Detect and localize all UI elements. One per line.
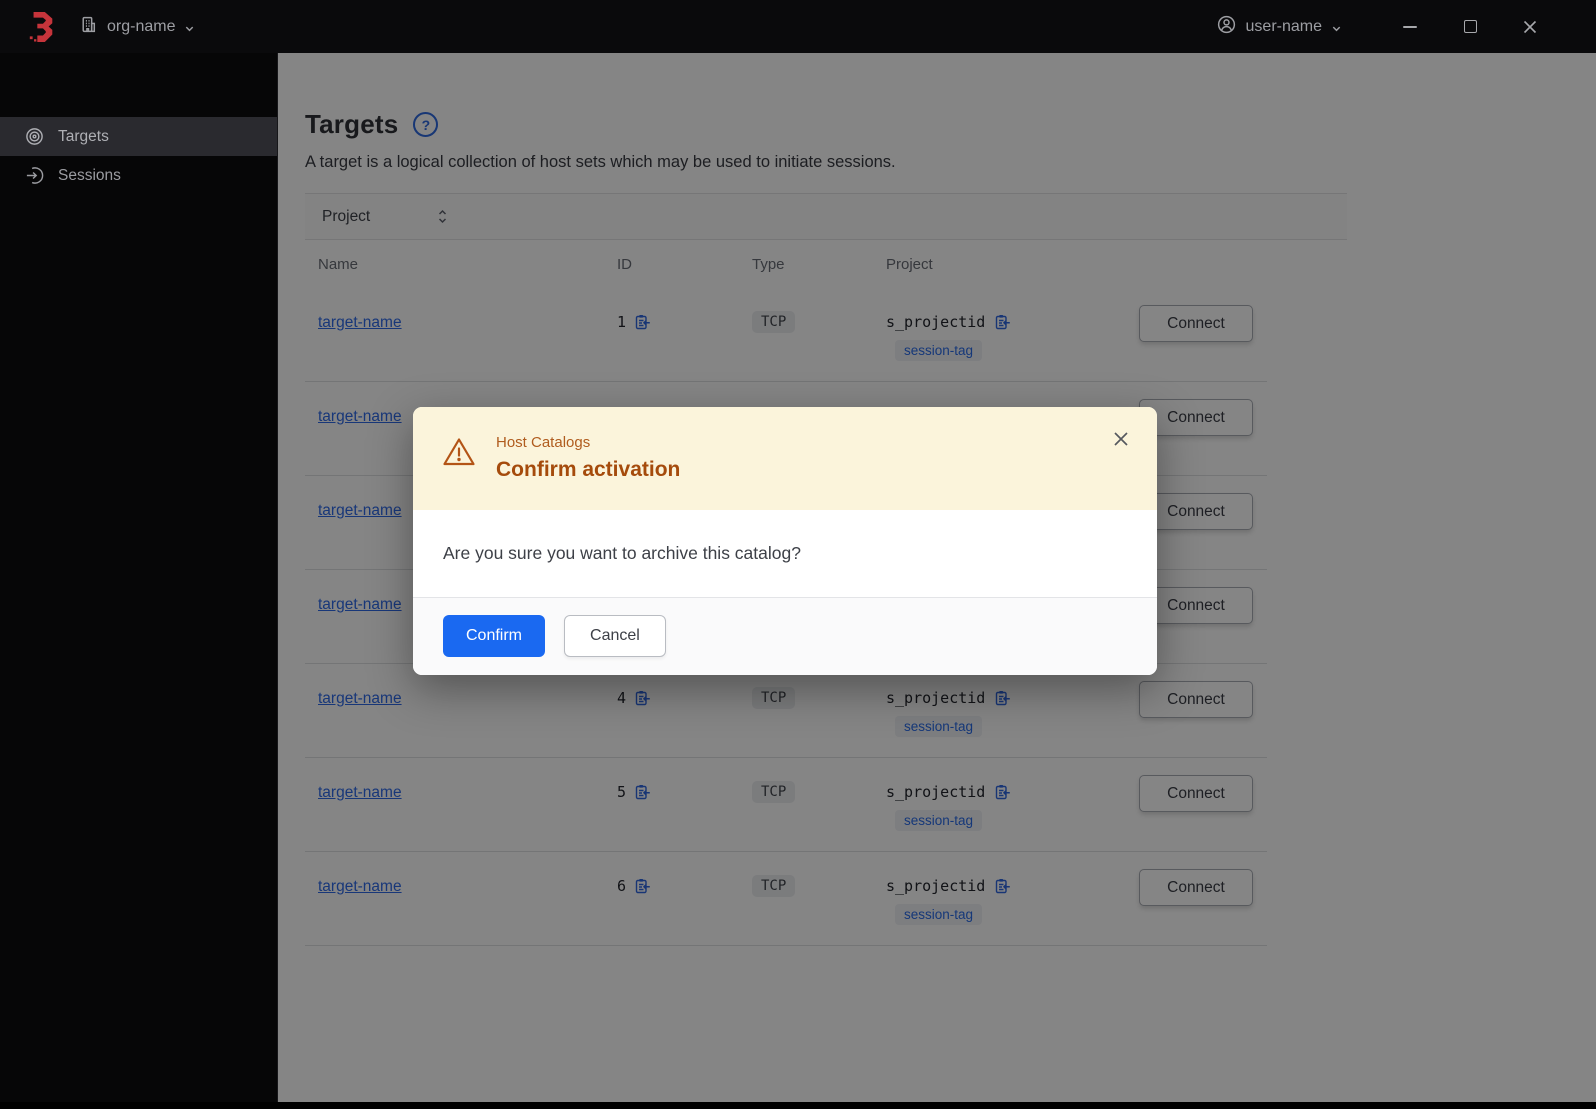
minimize-button[interactable] (1380, 0, 1440, 53)
minimize-icon (1403, 25, 1417, 28)
sidebar-item-targets[interactable]: Targets (0, 117, 277, 156)
sidebar-item-label: Targets (58, 127, 109, 145)
confirm-dialog: Host Catalogs Confirm activation Are you… (413, 407, 1157, 675)
maximize-button[interactable] (1440, 0, 1500, 53)
dialog-close-button[interactable] (1111, 429, 1133, 451)
window-controls (1380, 0, 1560, 53)
target-icon (26, 128, 43, 145)
org-name-label: org-name (107, 17, 176, 35)
org-switcher[interactable]: org-name (79, 15, 195, 39)
org-icon (79, 15, 98, 39)
user-menu[interactable]: user-name (1216, 14, 1342, 40)
user-icon (1216, 14, 1237, 40)
sidebar: Targets Sessions (0, 53, 278, 1102)
sidebar-item-label: Sessions (58, 166, 121, 184)
warning-icon (443, 438, 475, 466)
close-window-button[interactable] (1500, 0, 1560, 53)
cancel-button[interactable]: Cancel (564, 615, 666, 657)
close-icon (1114, 432, 1128, 446)
close-icon (1523, 20, 1537, 33)
dialog-title: Confirm activation (496, 458, 681, 481)
dialog-footer: Confirm Cancel (413, 597, 1157, 675)
dialog-message: Are you sure you want to archive this ca… (443, 543, 801, 563)
title-bar: org-name user-name (0, 0, 1596, 53)
confirm-button[interactable]: Confirm (443, 615, 546, 657)
dialog-header: Host Catalogs Confirm activation (413, 407, 1157, 510)
user-name-label: user-name (1245, 17, 1322, 35)
dialog-tagline: Host Catalogs (496, 434, 591, 451)
sidebar-item-sessions[interactable]: Sessions (0, 156, 277, 195)
maximize-icon (1463, 20, 1477, 33)
sign-in-icon (26, 167, 44, 184)
app-window: org-name user-name Targets Sessions Targ… (0, 0, 1596, 1109)
boundary-logo-icon (27, 11, 57, 43)
chevron-down-icon (1331, 21, 1342, 32)
chevron-down-icon (184, 21, 195, 32)
